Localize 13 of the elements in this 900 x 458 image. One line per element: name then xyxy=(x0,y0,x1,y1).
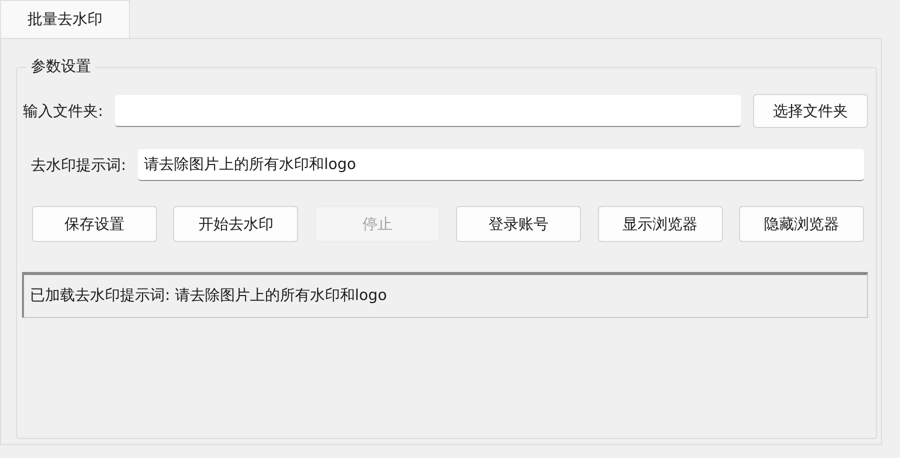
action-button[interactable]: 隐藏浏览器 xyxy=(738,206,864,242)
log-line: 已加载去水印提示词: 请去除图片上的所有水印和logo xyxy=(30,285,388,306)
action-button[interactable]: 开始去水印 xyxy=(173,206,298,242)
select-folder-button[interactable]: 选择文件夹 xyxy=(753,94,868,128)
input-field[interactable]: 请去除图片上的所有水印和logo xyxy=(138,149,864,181)
action-button[interactable]: 登录账号 xyxy=(456,206,582,242)
group-title: 参数设置 xyxy=(27,57,95,76)
field-label: 去水印提示词: xyxy=(31,156,126,174)
field-label: 输入文件夹: xyxy=(23,102,104,120)
action-button[interactable]: 保存设置 xyxy=(32,206,157,242)
action-button[interactable]: 显示浏览器 xyxy=(598,206,723,242)
tab[interactable]: 批量去水印 xyxy=(0,0,130,38)
input-field[interactable] xyxy=(115,95,741,127)
